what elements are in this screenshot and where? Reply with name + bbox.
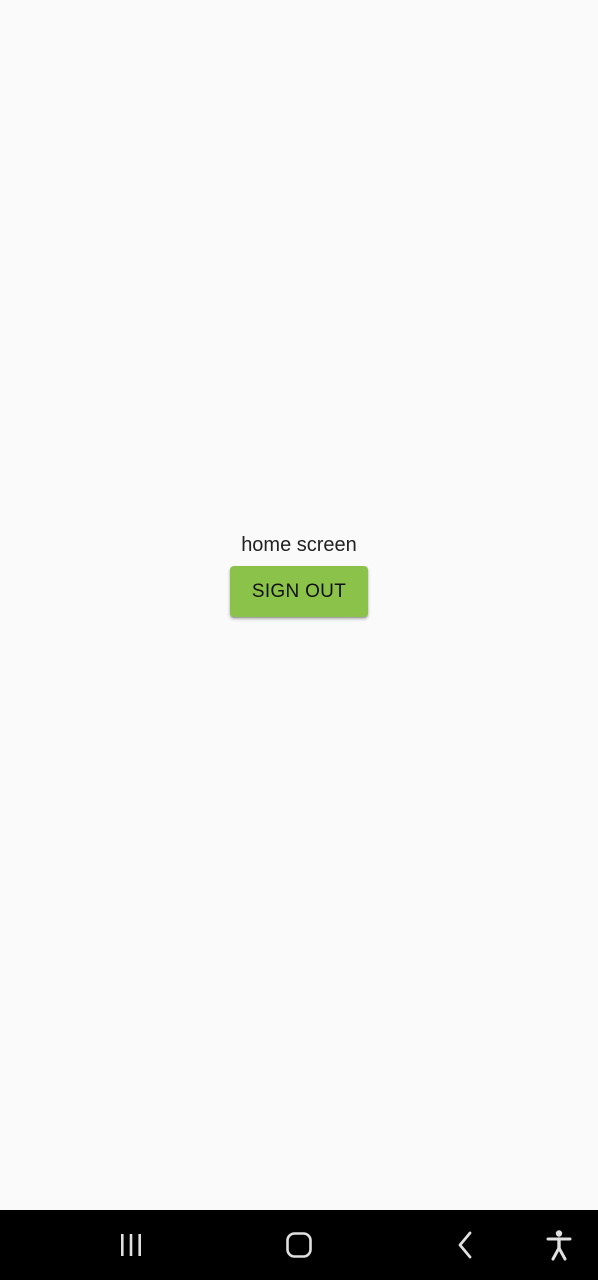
recent-apps-icon (121, 1234, 141, 1256)
back-button[interactable] (431, 1210, 501, 1280)
accessibility-icon (546, 1230, 572, 1261)
sign-out-button[interactable]: SIGN OUT (230, 566, 368, 617)
home-screen-label: home screen (241, 534, 357, 556)
app-screen: home screen SIGN OUT (0, 0, 598, 1280)
home-icon (286, 1232, 312, 1258)
home-content: home screen SIGN OUT (0, 0, 598, 1210)
accessibility-button[interactable] (524, 1210, 594, 1280)
back-icon (458, 1231, 472, 1259)
recent-apps-button[interactable] (96, 1210, 166, 1280)
home-button[interactable] (264, 1210, 334, 1280)
system-navigation-bar (0, 1210, 598, 1280)
